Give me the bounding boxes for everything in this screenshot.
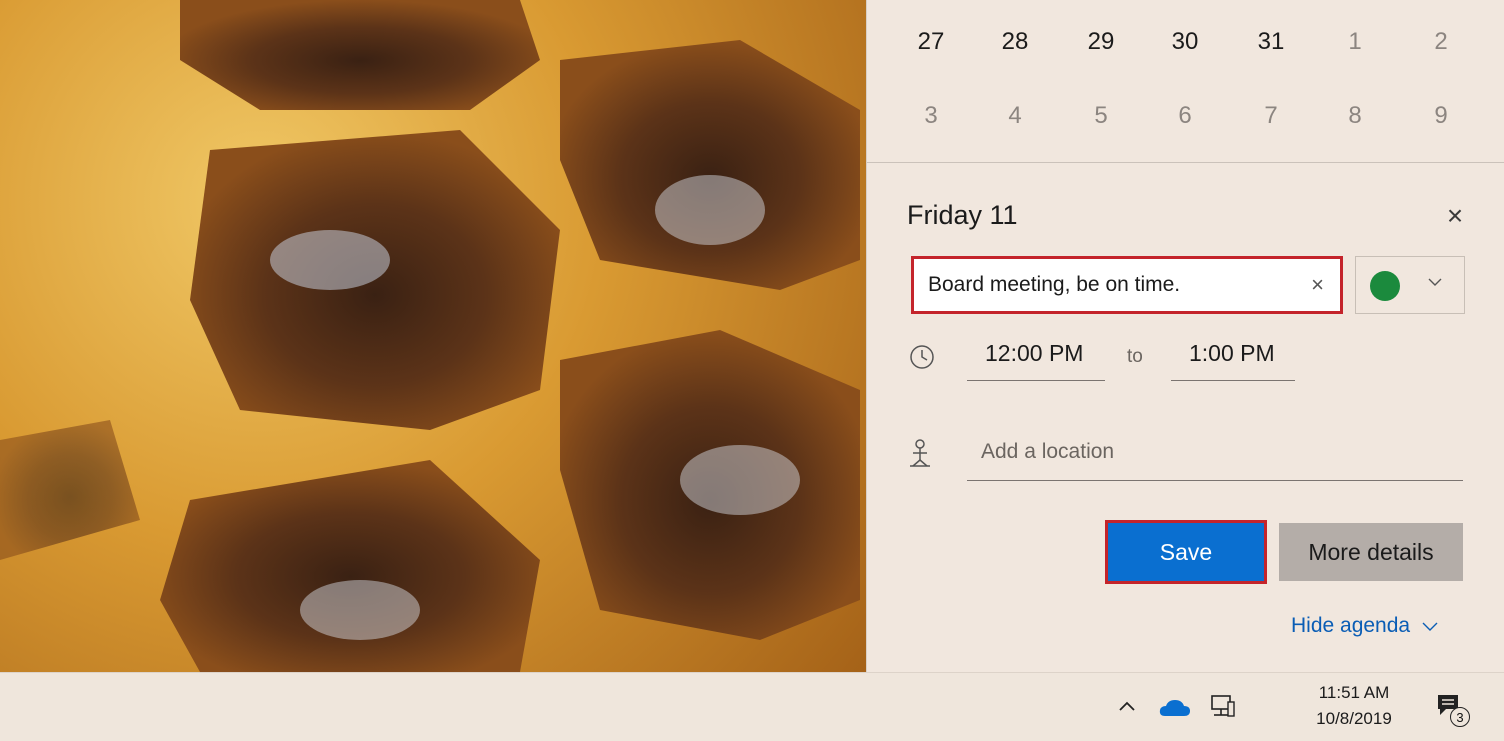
event-color-picker[interactable]	[1355, 256, 1465, 314]
divider	[867, 162, 1504, 163]
calendar-flyout: 27 28 29 30 31 1 2 3 4 5 6 7 8 9 Friday …	[866, 0, 1504, 672]
calendar-day[interactable]: 2	[1411, 28, 1471, 56]
desktop-wallpaper	[0, 0, 866, 672]
onedrive-cloud-icon[interactable]	[1158, 697, 1192, 719]
end-time-picker[interactable]: 1:00 PM	[1171, 334, 1295, 381]
calendar-week-row: 3 4 5 6 7 8 9	[867, 88, 1504, 148]
calendar-day[interactable]: 6	[1155, 102, 1215, 130]
close-icon[interactable]: ×	[1437, 198, 1473, 234]
save-button[interactable]: Save	[1105, 520, 1267, 584]
calendar-day[interactable]: 7	[1241, 102, 1301, 130]
chevron-up-icon[interactable]	[1116, 695, 1138, 717]
location-input[interactable]: Add a location	[967, 428, 1463, 481]
chevron-down-icon	[1422, 622, 1438, 632]
clear-input-icon[interactable]: ×	[1311, 272, 1324, 298]
network-icon[interactable]	[1208, 693, 1236, 721]
color-swatch	[1370, 271, 1400, 301]
action-center-icon[interactable]: 3	[1436, 693, 1470, 727]
end-time-value: 1:00 PM	[1189, 340, 1275, 366]
calendar-week-row: 27 28 29 30 31 1 2	[867, 14, 1504, 74]
calendar-day[interactable]: 30	[1155, 28, 1215, 56]
clock-icon	[910, 345, 934, 369]
event-day-title: Friday 11	[907, 200, 1018, 230]
clock-date: 10/8/2019	[1316, 709, 1392, 728]
event-title-input[interactable]: Board meeting, be on time. ×	[911, 256, 1343, 314]
taskbar: 11:51 AM 10/8/2019 3	[0, 672, 1504, 741]
hide-agenda-label: Hide agenda	[1291, 614, 1411, 637]
start-time-value: 12:00 PM	[985, 340, 1084, 366]
chevron-down-icon	[1428, 278, 1442, 286]
event-title-value[interactable]: Board meeting, be on time.	[928, 273, 1180, 297]
calendar-day[interactable]: 9	[1411, 102, 1471, 130]
location-placeholder: Add a location	[981, 440, 1115, 463]
more-details-button[interactable]: More details	[1279, 523, 1463, 581]
taskbar-clock[interactable]: 11:51 AM 10/8/2019	[1296, 681, 1412, 737]
calendar-day[interactable]: 28	[985, 28, 1045, 56]
location-icon	[910, 439, 930, 467]
hide-agenda-link[interactable]: Hide agenda	[1291, 614, 1438, 638]
clock-time: 11:51 AM	[1318, 683, 1390, 702]
calendar-day[interactable]: 31	[1241, 28, 1301, 56]
calendar-day[interactable]: 5	[1071, 102, 1131, 130]
calendar-day[interactable]: 3	[901, 102, 961, 130]
calendar-day[interactable]: 4	[985, 102, 1045, 130]
calendar-day[interactable]: 29	[1071, 28, 1131, 56]
calendar-day[interactable]: 1	[1325, 28, 1385, 56]
notification-count-badge: 3	[1450, 707, 1470, 727]
calendar-day[interactable]: 27	[901, 28, 961, 56]
calendar-day[interactable]: 8	[1325, 102, 1385, 130]
start-time-picker[interactable]: 12:00 PM	[967, 334, 1105, 381]
time-range-separator: to	[1127, 346, 1143, 367]
